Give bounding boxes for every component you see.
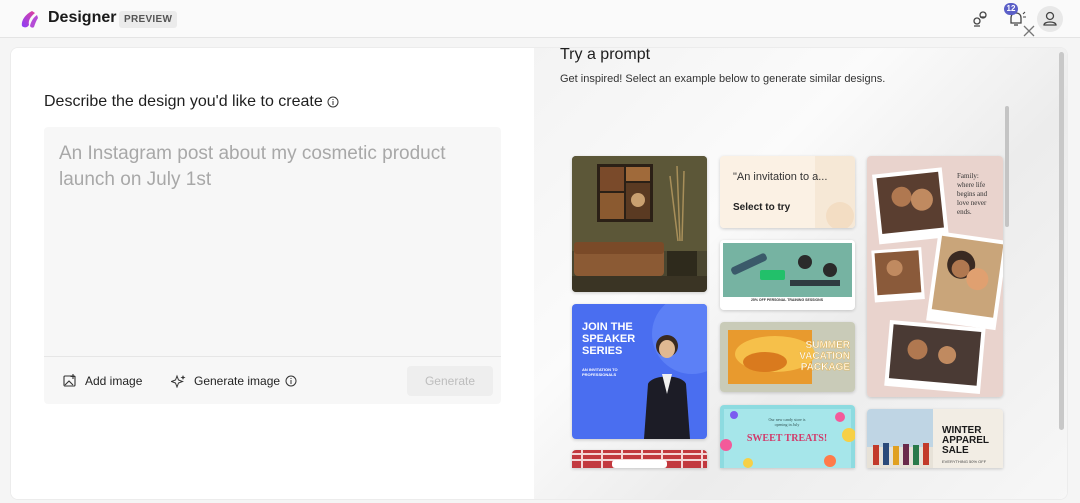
speaker-headline-1: JOIN THE <box>582 321 633 333</box>
info-icon[interactable] <box>285 375 297 387</box>
notification-count-badge: 12 <box>1004 3 1018 15</box>
divider <box>44 356 501 357</box>
family-caption-1: Family: <box>957 172 979 180</box>
app-name: Designer <box>48 9 117 26</box>
try-prompt-subtitle: Get inspired! Select an example below to… <box>560 73 886 85</box>
prompt-tile-sweets[interactable]: Our new candy store is opening in July S… <box>720 405 855 468</box>
prompt-tile-winter[interactable]: WINTER APPAREL SALE EVERYTHING 50% OFF <box>867 409 1003 468</box>
describe-heading: Describe the design you'd like to create <box>44 93 339 111</box>
vacation-headline-2: VACATION <box>799 351 850 362</box>
speaker-headline-3: SERIES <box>582 345 622 357</box>
family-caption-2: where life <box>957 181 985 189</box>
select-to-try: Select to try <box>733 202 791 213</box>
page-scrollbar[interactable] <box>1059 52 1064 430</box>
generate-image-label: Generate image <box>194 374 281 388</box>
tiles-scrollbar[interactable] <box>1005 106 1009 227</box>
sweets-headline: SWEET TREATS! <box>747 433 827 444</box>
designer-logo[interactable] <box>18 8 40 30</box>
prompt-tile-vacation[interactable]: SUMMER VACATION PACKAGE <box>720 322 855 392</box>
speaker-headline-2: SPEAKER <box>582 333 635 345</box>
account-icon <box>1043 11 1057 26</box>
speaker-sub-2: PROFESSIONALS <box>582 372 617 377</box>
family-caption-5: ends. <box>957 208 972 216</box>
add-image-icon <box>63 374 76 387</box>
vacation-headline-3: PACKAGE <box>801 362 851 373</box>
generate-button[interactable]: Generate <box>407 366 493 396</box>
invitation-quote: "An invitation to a... <box>733 171 828 183</box>
info-icon[interactable] <box>327 96 339 108</box>
add-image-label: Add image <box>85 374 143 388</box>
generate-image-button[interactable]: Generate image <box>171 367 297 395</box>
prompt-tile-partial[interactable] <box>572 450 707 468</box>
try-prompt-title: Try a prompt <box>560 46 651 63</box>
prompt-tile-family[interactable]: Family: where life begins and love never… <box>867 156 1003 397</box>
winter-sub: EVERYTHING 50% OFF <box>942 459 987 464</box>
fitness-caption: 25% OFF PERSONAL TRAINING SESSIONS <box>751 298 824 302</box>
avatar[interactable] <box>1037 6 1063 32</box>
prompt-tile-invitation[interactable]: "An invitation to a... Select to try <box>720 156 855 228</box>
family-caption-3: begins and <box>957 190 988 198</box>
prompt-tile-speaker[interactable]: JOIN THE SPEAKER SERIES AN INVITATION TO… <box>572 304 707 439</box>
add-image-button[interactable]: Add image <box>63 367 142 395</box>
describe-title: Describe the design you'd like to create <box>44 93 323 110</box>
share-icon[interactable] <box>969 8 991 30</box>
sweets-sub-2: opening in July <box>775 422 800 427</box>
sparkle-icon <box>171 374 186 388</box>
family-caption-4: love never <box>957 199 987 207</box>
prompt-pane: Describe the design you'd like to create… <box>11 48 534 499</box>
preview-badge: PREVIEW <box>119 11 178 28</box>
top-bar: Designer PREVIEW 12 <box>0 0 1080 38</box>
winter-headline-3: SALE <box>942 445 969 456</box>
prompt-tile-fitness[interactable]: 25% OFF PERSONAL TRAINING SESSIONS <box>720 240 855 310</box>
prompt-box: Add image Generate image Generate <box>44 127 501 404</box>
prompt-input[interactable] <box>44 127 501 355</box>
close-icon[interactable] <box>1021 23 1037 39</box>
vacation-headline-1: SUMMER <box>806 340 851 351</box>
prompt-tile-interior[interactable] <box>572 156 707 292</box>
